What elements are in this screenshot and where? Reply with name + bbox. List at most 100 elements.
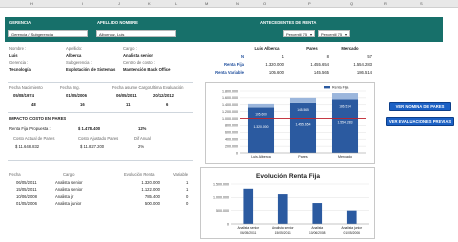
bar-top-label: 186.514 bbox=[339, 104, 351, 108]
apellido-header-label: APELLIDO NOMBRE bbox=[97, 20, 138, 25]
y-tick-label: 1.000.000 bbox=[213, 196, 229, 200]
subgerencia-value: Explotación de Sistemas bbox=[66, 67, 116, 72]
bar-evolucion bbox=[346, 210, 357, 224]
historial-fecha: 01/05/2006 bbox=[16, 201, 37, 206]
renta-cell: 57 bbox=[367, 54, 372, 59]
x-tick-label-fecha: 01/05/2006 bbox=[343, 231, 360, 235]
gerencia-select[interactable]: Gerencia / Subgerencia bbox=[8, 30, 88, 37]
x-tick-label: Pares bbox=[298, 155, 308, 159]
column-header: K bbox=[148, 1, 151, 6]
y-tick-label: 1.500.000 bbox=[213, 182, 229, 186]
centro-value: Mantención Back Office bbox=[123, 67, 171, 72]
column-header: P bbox=[308, 1, 311, 6]
chevron-down-icon: ▾ bbox=[344, 32, 347, 37]
column-header: M bbox=[205, 1, 209, 6]
renta-cell: 1 bbox=[281, 54, 284, 59]
historial-renta: 1.320.000 bbox=[141, 180, 160, 185]
historial-fecha: 10/06/2008 bbox=[16, 194, 37, 199]
historial-header: Evolución Renta bbox=[124, 172, 155, 177]
chart-title: Evolución Renta Fija bbox=[256, 173, 320, 180]
y-tick-label: 600.000 bbox=[225, 131, 238, 135]
divider bbox=[8, 82, 193, 83]
renta-chart: 0 200.000 400.000 600.000 800.000 1.000.000 1.… bbox=[222, 85, 366, 159]
x-tick-label-cargo: Analista bbox=[311, 226, 323, 230]
bar-evolucion bbox=[243, 188, 254, 224]
historial-renta: 500.000 bbox=[144, 201, 160, 206]
renta-cell: 8 bbox=[326, 54, 329, 59]
ver-nomina-button[interactable]: VER NOMINA DE PARES bbox=[389, 102, 451, 111]
legend-swatch bbox=[324, 86, 330, 89]
costo-actual-value: $ 11.648.832 bbox=[15, 144, 40, 149]
renta-row-label: Renta Fija bbox=[223, 62, 244, 67]
renta-row-label: N bbox=[240, 54, 244, 59]
renta-cell: 105.600 bbox=[268, 70, 284, 75]
historial-renta: 1.122.000 bbox=[141, 187, 160, 192]
y-tick-label: 0 bbox=[236, 151, 238, 155]
percentil-value-1: Percentil 75 bbox=[286, 32, 308, 37]
column-header: N bbox=[236, 1, 239, 6]
gerencia-header-label: GERENCIA bbox=[9, 20, 32, 25]
historial-header: Cargo bbox=[63, 172, 75, 177]
bar-value-label: 1.554.283 bbox=[337, 121, 352, 125]
historial-variable: 1 bbox=[186, 180, 189, 185]
ver-evaluaciones-button[interactable]: VER EVALUACIONES PREVIAS bbox=[386, 117, 454, 126]
costo-actual-label: Costo Actual de Pares bbox=[13, 136, 55, 141]
y-tick-label: 1.600.000 bbox=[222, 96, 238, 100]
fecha-number: 16 bbox=[80, 102, 85, 107]
renta-cell: 145.565 bbox=[313, 70, 329, 75]
gerencia-value: Tecnología bbox=[9, 67, 31, 72]
apellido-select-value: Albornoz, Luis bbox=[99, 32, 125, 37]
bar-renta-variable bbox=[331, 93, 359, 100]
x-tick-label-fecha: 10/06/2008 bbox=[309, 231, 326, 235]
column-header: L bbox=[175, 1, 178, 6]
y-tick-label: 1.400.000 bbox=[222, 103, 238, 107]
y-tick-label: 1.000.000 bbox=[222, 117, 238, 121]
historial-renta: 785.400 bbox=[144, 194, 160, 199]
dif-label: Dif Anual bbox=[134, 136, 151, 141]
renta-table: N 1 8 57 Renta Fija 1.320.000 1.455.654 … bbox=[200, 54, 375, 78]
chevron-down-icon: ▾ bbox=[309, 32, 312, 37]
table-row: 15/05/2011 Analista senior 1.122.000 1 bbox=[8, 187, 198, 194]
historial-cargo: Analista junior bbox=[55, 201, 82, 206]
x-tick-label-cargo: Analista senior bbox=[237, 226, 260, 230]
historial-header: Variable bbox=[173, 172, 189, 177]
x-tick-label-fecha: 06/05/2011 bbox=[240, 231, 256, 235]
column-header: Q bbox=[350, 1, 354, 6]
historial-table: 06/05/2011 Analista senior 1.320.000 1 1… bbox=[8, 180, 198, 208]
divider bbox=[8, 112, 193, 113]
dif-value: 2% bbox=[138, 144, 145, 149]
column-header: R bbox=[384, 1, 387, 6]
bar-renta-variable bbox=[289, 97, 317, 103]
costo-ajustado-label: Costo Ajustado Pares bbox=[78, 136, 119, 141]
y-tick-label: 0 bbox=[227, 222, 229, 226]
evolucion-chart-container: Evolución Renta Fija 0 500.000 1.000.000 1.5… bbox=[200, 167, 375, 239]
y-tick-label: 1.800.000 bbox=[222, 89, 238, 93]
bar-evolucion bbox=[277, 194, 288, 224]
x-tick-label-fecha: 15/05/2011 bbox=[275, 231, 291, 235]
nombre-label: Nombre : bbox=[9, 46, 27, 51]
x-tick-label: Luis Alberca bbox=[251, 155, 271, 159]
historial-cargo: Analista jr bbox=[55, 194, 74, 199]
table-row: Renta Variable 105.600 145.565 186.514 bbox=[200, 70, 375, 78]
apellido-select[interactable]: Albornoz, Luis bbox=[96, 30, 176, 37]
bar-renta-variable bbox=[247, 103, 275, 108]
percentil-select-1[interactable]: Percentil 75 ▾ bbox=[283, 30, 315, 37]
renta-col-header: Mercado bbox=[341, 46, 359, 51]
bar-value-label: 1.320.000 bbox=[253, 125, 268, 129]
percentil-select-2[interactable]: Percentil 75 ▾ bbox=[318, 30, 350, 37]
bar-top-label: 105.600 bbox=[255, 113, 267, 117]
divider bbox=[8, 160, 193, 161]
x-tick-label-cargo: Analista junior bbox=[341, 226, 363, 230]
fecha-number: 11 bbox=[126, 102, 131, 107]
renta-cell: 1.320.000 bbox=[265, 62, 284, 67]
y-tick-label: 400.000 bbox=[225, 138, 238, 142]
evolucion-chart: Evolución Renta Fija 0 500.000 1.000.000 1.5… bbox=[213, 173, 369, 235]
legend-label: Renta Fija bbox=[332, 85, 348, 89]
table-row: 06/05/2011 Analista senior 1.320.000 1 bbox=[8, 180, 198, 187]
y-tick-label: 200.000 bbox=[225, 144, 238, 148]
costo-ajustado-value: $ 11.827.200 bbox=[80, 144, 105, 149]
table-row: 01/05/2006 Analista junior 500.000 0 bbox=[8, 201, 198, 208]
historial-fecha: 06/05/2011 bbox=[16, 180, 37, 185]
column-header: O bbox=[263, 1, 267, 6]
renta-cell: 1.455.654 bbox=[310, 62, 329, 67]
